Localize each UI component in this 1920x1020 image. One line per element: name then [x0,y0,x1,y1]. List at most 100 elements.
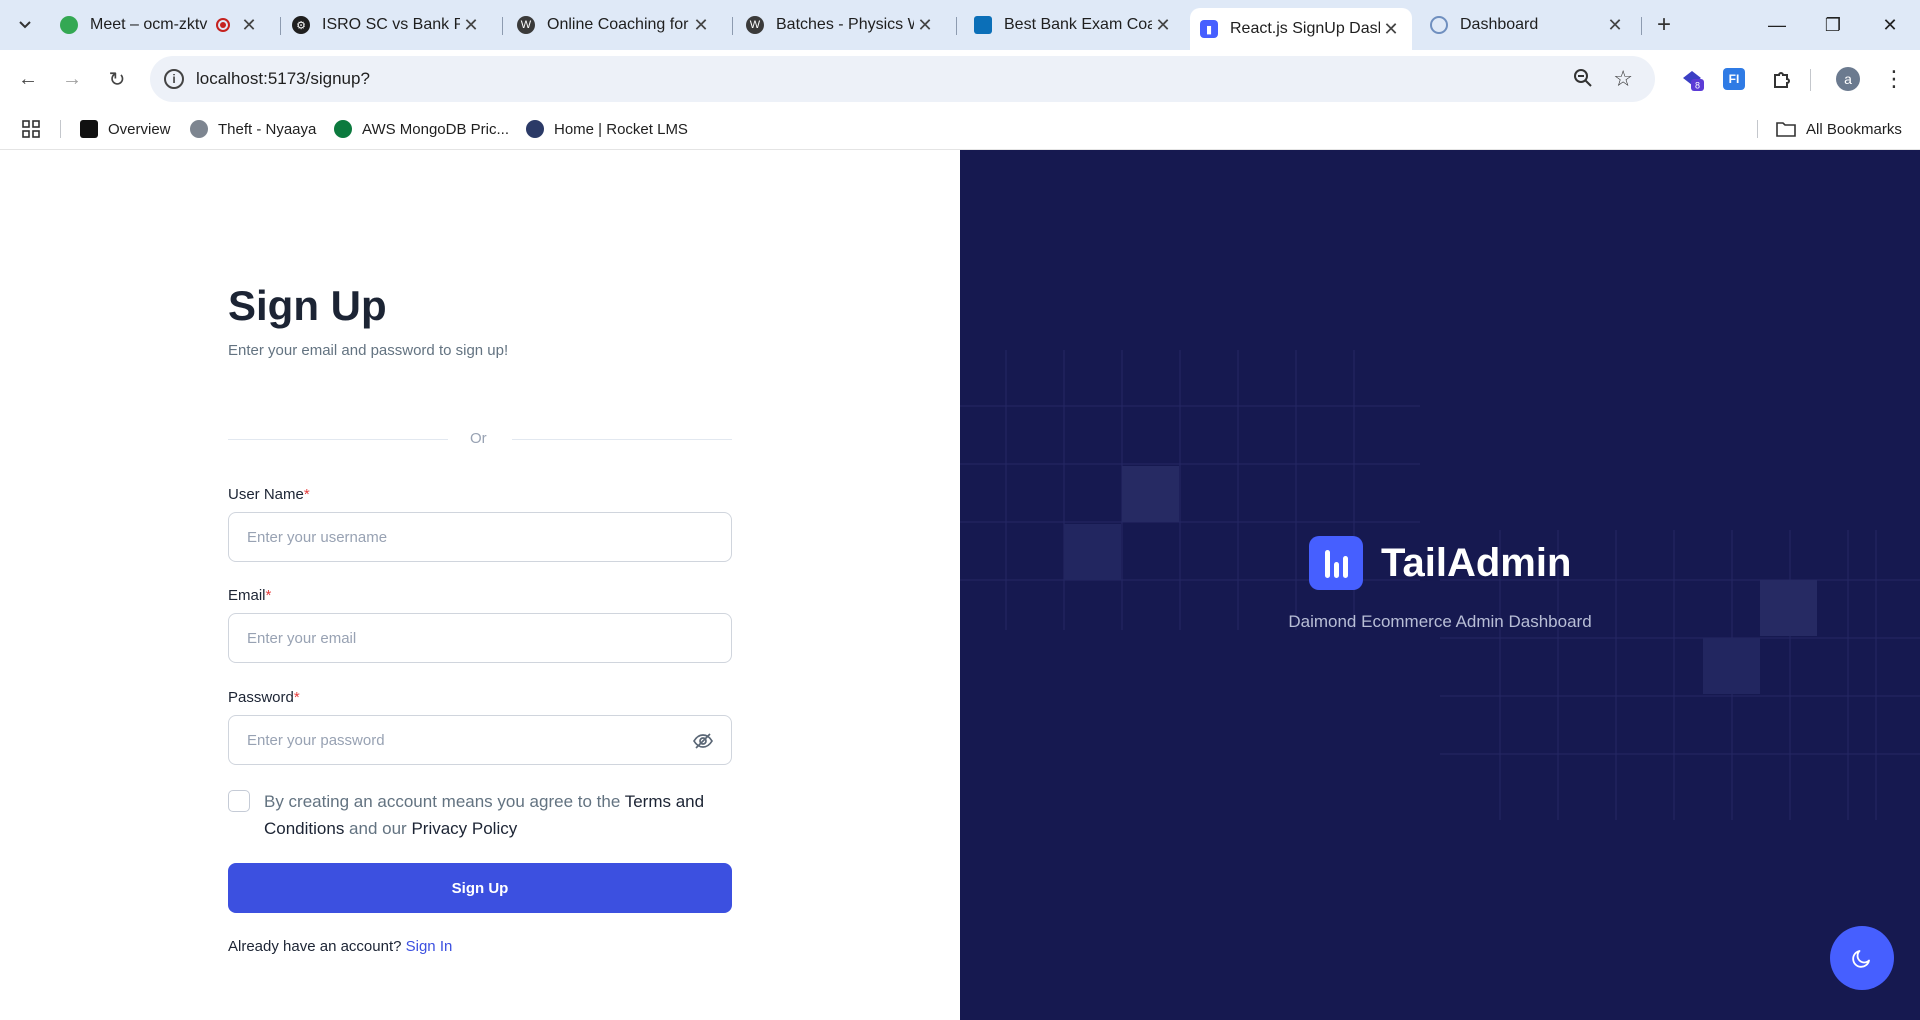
tab-title: React.js SignUp Dash [1230,20,1380,37]
mongodb-icon [334,120,352,138]
page-subtitle: Enter your email and password to sign up… [228,342,509,359]
signup-form-panel: Sign Up Enter your email and password to… [0,150,960,1020]
close-icon[interactable]: ✕ [690,15,712,36]
bookmark-label: Overview [108,120,171,138]
username-label-text: User Name [228,486,304,503]
close-icon[interactable]: ✕ [914,15,936,36]
tab-search-button[interactable] [11,11,39,39]
back-button[interactable]: ← [13,64,43,94]
required-mark: * [265,587,272,604]
bookmark-aws-mongodb[interactable]: AWS MongoDB Pric... [334,118,509,140]
minimize-button[interactable]: — [1757,10,1797,40]
tab-title: Best Bank Exam Coac [1004,16,1152,33]
reload-button[interactable]: ↻ [102,64,132,94]
tailadmin-logo-icon [1309,536,1363,590]
address-bar[interactable]: i localhost:5173/signup? ☆ [150,56,1655,102]
divider-line [228,439,448,440]
username-input[interactable] [228,512,732,562]
close-icon[interactable]: ✕ [1380,19,1402,40]
signup-page: Sign Up Enter your email and password to… [0,150,1920,1020]
all-bookmarks-button[interactable]: All Bookmarks [1776,118,1902,140]
email-label-text: Email [228,587,266,604]
divider-line [512,439,732,440]
brand-tagline: Daimond Ecommerce Admin Dashboard [1288,612,1592,631]
extension-badge: 8 [1695,81,1700,91]
password-label: Password* [228,689,300,706]
close-window-button[interactable]: ✕ [1870,10,1910,40]
url-text: localhost:5173/signup? [196,69,370,88]
openai-icon: ⚙ [292,16,310,34]
required-mark: * [293,689,300,706]
divider-text: Or [470,430,487,447]
close-icon[interactable]: ✕ [1152,15,1174,36]
tab-title: Meet – ocm-zktv [90,16,208,33]
close-icon[interactable]: ✕ [238,15,260,36]
tab-separator [956,17,957,35]
new-tab-button[interactable]: + [1650,11,1678,39]
profile-initial: a [1836,67,1860,91]
browser-toolbar: ← → ↻ i localhost:5173/signup? ☆ 8 FI a … [0,50,1920,108]
signup-button[interactable]: Sign Up [228,863,732,913]
profile-avatar[interactable]: a [1834,65,1862,93]
brand-panel: TailAdmin Daimond Ecommerce Admin Dashbo… [960,150,1920,1020]
terms-text: By creating an account means you agree t… [264,788,744,842]
puzzle-extensions-icon[interactable] [1768,65,1796,93]
bookmark-label: Theft - Nyaaya [218,120,317,138]
tab-title: Online Coaching for I [547,16,690,33]
tab-signup-active[interactable]: ▮ React.js SignUp Dash ✕ [1190,8,1412,50]
tab-isro[interactable]: ⚙ ISRO SC vs Bank PO ✕ [282,8,492,42]
signin-link[interactable]: Sign In [406,938,453,955]
page-title: Sign Up [228,282,387,329]
bookmark-theft-nyaaya[interactable]: Theft - Nyaaya [190,118,316,140]
wordpress-icon: W [517,16,535,34]
tab-bank-exam[interactable]: Best Bank Exam Coac ✕ [964,8,1184,42]
close-icon[interactable]: ✕ [1604,15,1626,36]
tab-separator [732,17,733,35]
tab-online-coaching[interactable]: W Online Coaching for I ✕ [507,8,722,42]
email-label: Email* [228,587,271,604]
fi-extension-icon[interactable]: FI [1720,65,1748,93]
bookmark-label: Home | Rocket LMS [554,120,688,138]
terms-middle: and our [344,819,412,838]
tab-batches[interactable]: W Batches - Physics Wa ✕ [736,8,946,42]
chevron-down-icon [19,21,31,29]
extension-icon[interactable]: 8 [1678,65,1706,93]
tab-meet[interactable]: Meet – ocm-zktv ✕ [50,8,270,42]
tab-separator [502,17,503,35]
tab-separator [1641,17,1642,35]
terms-checkbox[interactable] [228,790,250,812]
menu-icon[interactable]: ⋮ [1880,65,1908,93]
folder-icon [1776,122,1796,137]
zoom-icon[interactable] [1573,68,1593,93]
tab-strip: Meet – ocm-zktv ✕ ⚙ ISRO SC vs Bank PO ✕… [0,0,1920,50]
bookmarks-divider [1757,120,1758,138]
overview-icon [80,120,98,138]
eye-off-icon[interactable] [692,730,714,752]
signin-prompt: Already have an account? Sign In [228,938,452,955]
apps-icon[interactable] [22,118,40,140]
password-label-text: Password [228,689,294,706]
bookmark-overview[interactable]: Overview [80,118,171,140]
globe-icon [190,120,208,138]
bookmark-label: AWS MongoDB Pric... [362,120,509,138]
theme-toggle-button[interactable] [1830,926,1894,990]
site-info-icon[interactable]: i [164,69,184,89]
email-input[interactable] [228,613,732,663]
all-bookmarks-label: All Bookmarks [1806,120,1902,138]
privacy-link[interactable]: Privacy Policy [411,819,517,838]
bookmark-logo-icon [974,16,992,34]
password-input[interactable] [228,715,732,765]
tab-title: Dashboard [1460,16,1539,33]
close-icon[interactable]: ✕ [460,15,482,36]
forward-button[interactable]: → [57,64,87,94]
username-label: User Name* [228,486,310,503]
tab-dashboard[interactable]: Dashboard ✕ [1420,8,1636,42]
restore-button[interactable]: ❐ [1813,10,1853,40]
wordpress-icon: W [746,16,764,34]
bookmarks-divider [60,120,61,138]
terms-prefix: By creating an account means you agree t… [264,792,625,811]
bookmark-star-icon[interactable]: ☆ [1613,66,1633,92]
brand-lockup: TailAdmin [1309,536,1571,590]
bookmark-rocket-lms[interactable]: Home | Rocket LMS [526,118,688,140]
tab-title: ISRO SC vs Bank PO [322,16,460,33]
